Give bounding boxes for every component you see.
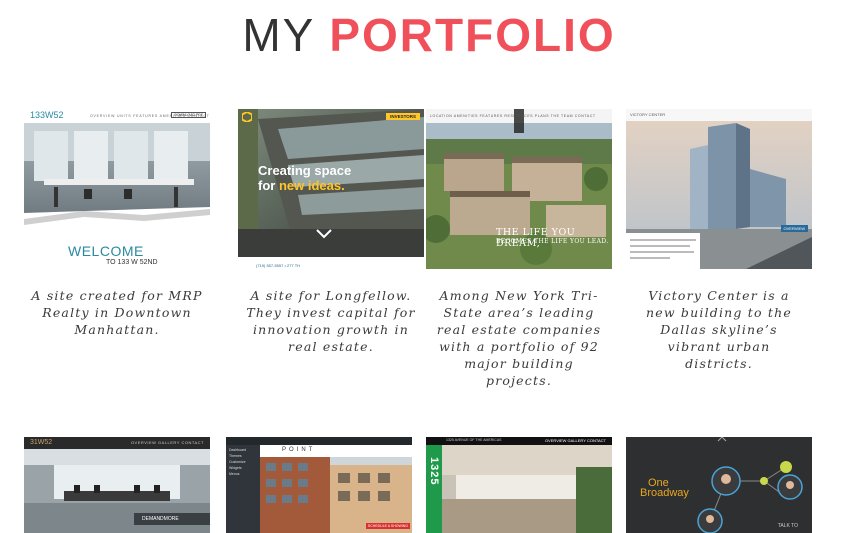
menu-item[interactable]: Menus bbox=[229, 471, 259, 477]
chevron-down-icon[interactable] bbox=[316, 229, 332, 239]
tower-rendering bbox=[626, 109, 812, 269]
project-thumbnail-longfellow[interactable]: INVESTORS Creating space for new ideas. … bbox=[238, 109, 424, 269]
hero-headline-line2: for new ideas. bbox=[258, 178, 345, 193]
download-pdf-button[interactable]: DOWNLOAD PDF bbox=[171, 112, 206, 118]
address-text: 1325 AVENUE OF THE AMERICAS bbox=[446, 438, 502, 442]
project-thumbnail-mrp[interactable]: 133W52 OVERVIEW UNITS FEATURES AMENITIES… bbox=[24, 109, 210, 269]
site-nav: 133W52 OVERVIEW UNITS FEATURES AMENITIES… bbox=[24, 109, 210, 123]
address-text: TO 133 W 52ND bbox=[106, 259, 158, 266]
admin-menu: Dashboard Themes Customize Widgets Menus bbox=[229, 447, 259, 477]
logo-line2: Broadway bbox=[640, 487, 689, 499]
conference-room-photo bbox=[24, 437, 210, 533]
project-thumbnail-tristate[interactable]: LOCATION AMENITIES FEATURES RESIDENCES P… bbox=[426, 109, 612, 269]
page-title: MY PORTFOLIO bbox=[0, 8, 858, 62]
site-logo: VICTORY CENTER bbox=[630, 112, 666, 117]
project-caption: A site for Longfellow. They invest capit… bbox=[246, 288, 416, 354]
title-plain: MY bbox=[242, 9, 315, 61]
loft-photo bbox=[426, 437, 612, 533]
site-logo: 133W52 bbox=[30, 110, 64, 120]
project-thumbnail-31w52[interactable]: 31W52 OVERVIEW GALLERY CONTACT DEMANDMOR… bbox=[24, 437, 210, 533]
building-number: 1325 bbox=[428, 457, 440, 486]
footer-contact: (719) 557-5557 • 277 TH bbox=[256, 263, 301, 268]
portfolio-card-longfellow[interactable]: INVESTORS Creating space for new ideas. … bbox=[238, 109, 424, 355]
project-caption: Among New York Tri-State area’s leading … bbox=[436, 288, 602, 388]
site-nav-links: OVERVIEW GALLERY CONTACT bbox=[130, 440, 204, 445]
project-thumbnail-victory[interactable]: VICTORY CENTER OVERVIEW bbox=[626, 109, 812, 269]
tagline-line2: BECOMES THE LIFE YOU LEAD. bbox=[496, 238, 609, 245]
portfolio-card-point[interactable]: Dashboard Themes Customize Widgets Menus… bbox=[226, 437, 412, 533]
site-logo: 31W52 bbox=[30, 439, 53, 446]
welcome-text: WELCOME bbox=[68, 243, 144, 259]
office-photo bbox=[24, 123, 210, 243]
talk-to-label: TALK TO bbox=[777, 523, 798, 529]
portfolio-card-tristate[interactable]: LOCATION AMENITIES FEATURES RESIDENCES P… bbox=[426, 109, 612, 389]
title-accent: PORTFOLIO bbox=[329, 9, 616, 61]
portfolio-card-1325[interactable]: 1325 AVENUE OF THE AMERICAS OVERVIEW GAL… bbox=[426, 437, 612, 533]
investors-button[interactable]: INVESTORS bbox=[386, 113, 420, 120]
hero-headline-line1: Creating space bbox=[258, 163, 352, 178]
project-caption: A site created for MRP Realty in Downtow… bbox=[31, 288, 203, 337]
overview-badge[interactable]: OVERVIEW bbox=[780, 225, 808, 232]
project-caption: Victory Center is a new building to the … bbox=[646, 288, 792, 371]
site-nav-links: OVERVIEW GALLERY CONTACT bbox=[544, 438, 606, 443]
site-nav-links: LOCATION AMENITIES FEATURES RESIDENCES P… bbox=[430, 114, 596, 118]
portfolio-card-victory[interactable]: VICTORY CENTER OVERVIEW Victory Center i… bbox=[626, 109, 812, 372]
tagline-text: DEMANDMORE bbox=[142, 516, 179, 522]
site-brand: POINT bbox=[282, 447, 316, 453]
project-thumbnail-1325[interactable]: 1325 AVENUE OF THE AMERICAS OVERVIEW GAL… bbox=[426, 437, 612, 533]
portfolio-card-mrp[interactable]: 133W52 OVERVIEW UNITS FEATURES AMENITIES… bbox=[24, 109, 210, 338]
hexagon-logo-icon bbox=[242, 112, 252, 122]
project-thumbnail-one-broadway[interactable]: One Broadway TALK TO bbox=[626, 437, 812, 533]
project-thumbnail-point[interactable]: Dashboard Themes Customize Widgets Menus… bbox=[226, 437, 412, 533]
portfolio-card-31w52[interactable]: 31W52 OVERVIEW GALLERY CONTACT DEMANDMOR… bbox=[24, 437, 210, 533]
portfolio-card-one-broadway[interactable]: One Broadway TALK TO bbox=[626, 437, 812, 533]
schedule-showing-button[interactable]: SCHEDULE A SHOWING bbox=[365, 523, 410, 529]
